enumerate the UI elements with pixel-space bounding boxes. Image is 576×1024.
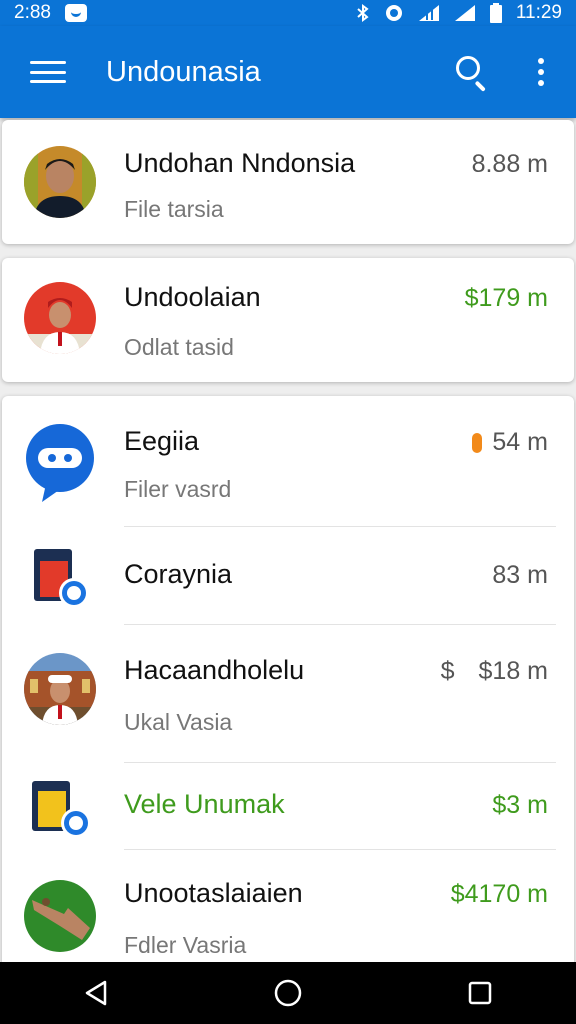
item-meta: 8.88 m <box>472 150 548 179</box>
back-icon[interactable] <box>66 968 126 1018</box>
item-meta-value: $4170 m <box>450 880 548 908</box>
navigation-bar <box>0 962 576 1024</box>
more-options-icon[interactable] <box>526 52 556 92</box>
status-bar: 2:88 11:29 <box>0 0 576 26</box>
item-meta: $179 m <box>465 284 548 313</box>
item-meta: 83 m <box>492 561 548 590</box>
list-card: Undoolaian Odlat tasid $179 m <box>2 258 574 382</box>
item-title: Hacaandholelu <box>124 655 305 685</box>
item-title: Eegiia <box>124 426 200 456</box>
item-meta: $ $18 m <box>441 657 548 686</box>
item-meta: $4170 m <box>451 880 548 909</box>
home-icon[interactable] <box>258 968 318 1018</box>
wifi-signal-icon <box>454 5 475 21</box>
item-meta-value: $3 m <box>492 791 548 819</box>
signal-icon <box>418 5 439 21</box>
yellow-folder-icon <box>24 771 96 843</box>
item-title: Undoolaian <box>124 282 261 312</box>
item-title: Coraynia <box>124 559 233 589</box>
item-subtitle: Fdler Vasria <box>124 932 247 958</box>
item-meta-value: 83 m <box>492 561 548 589</box>
list-item[interactable]: Undoolaian Odlat tasid $179 m <box>2 258 574 382</box>
item-meta-value: $18 m <box>478 657 548 685</box>
item-meta-value: $179 m <box>464 284 548 312</box>
list-item[interactable]: Hacaandholelu Ukal Vasia $ $18 m <box>2 625 574 762</box>
bluetooth-icon <box>357 4 369 22</box>
list-item[interactable]: Undohan Nndonsia File tarsia 8.88 m <box>2 120 574 244</box>
list-item[interactable]: Coraynia 83 m <box>2 527 574 624</box>
list-item[interactable]: Eegiia Filer vasrd 54 m <box>2 396 574 526</box>
item-meta: 54 m <box>472 428 548 457</box>
red-folder-icon <box>24 541 96 613</box>
menu-icon[interactable] <box>30 59 66 85</box>
list-item[interactable]: Vele Unumak $3 m <box>2 763 574 849</box>
notification-icon <box>64 4 87 22</box>
recents-icon[interactable] <box>450 968 510 1018</box>
status-time-right: 11:29 <box>515 2 562 23</box>
avatar <box>24 146 96 218</box>
list-card: Eegiia Filer vasrd 54 m Coraynia 83 m Ha… <box>2 396 574 964</box>
item-meta: $3 m <box>492 791 548 820</box>
item-subtitle: Odlat tasid <box>124 334 234 360</box>
item-subtitle: Ukal Vasia <box>124 709 233 735</box>
avatar <box>24 282 96 354</box>
list-card: Undohan Nndonsia File tarsia 8.88 m <box>2 120 574 244</box>
item-meta-value: 8.88 m <box>471 150 548 178</box>
item-meta-prefix: $ <box>440 657 455 685</box>
status-indicator <box>472 432 483 453</box>
app-title: Undounasia <box>106 55 261 88</box>
list-item[interactable]: Unootaslaiaien Fdler Vasria $4170 m <box>2 850 574 964</box>
item-title: Unootaslaiaien <box>124 878 303 908</box>
search-icon[interactable] <box>452 52 492 92</box>
item-title: Vele Unumak <box>124 789 285 819</box>
alarm-icon <box>385 5 402 21</box>
status-time-left: 2:88 <box>14 2 51 23</box>
item-title: Undohan Nndonsia <box>124 148 356 178</box>
chat-bubble-icon <box>24 424 96 502</box>
item-subtitle: Filer vasrd <box>124 476 232 502</box>
avatar <box>24 653 96 725</box>
battery-icon <box>489 3 502 23</box>
item-meta-value: 54 m <box>492 428 548 456</box>
app-bar: Undounasia <box>0 26 576 118</box>
avatar <box>24 880 96 952</box>
item-subtitle: File tarsia <box>124 196 224 222</box>
